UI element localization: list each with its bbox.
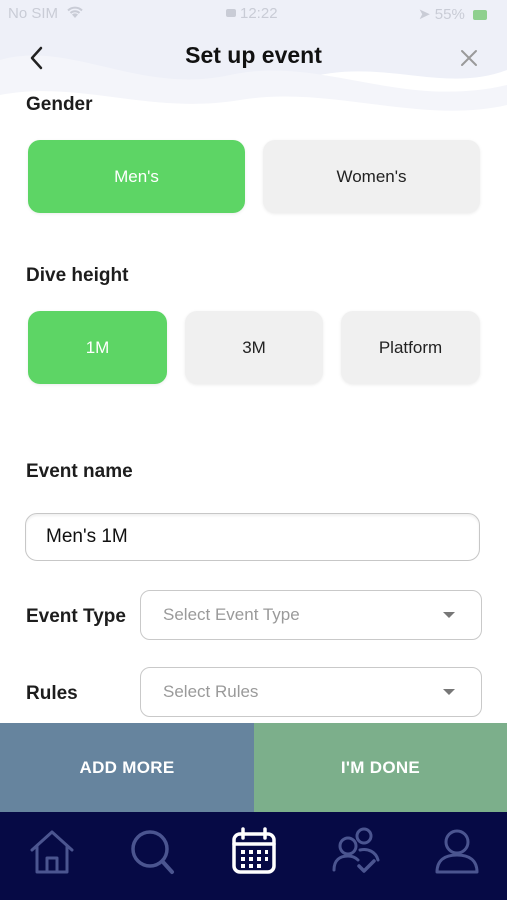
tab-teams[interactable] (326, 822, 386, 882)
rules-label: Rules (26, 683, 78, 704)
tab-home[interactable] (22, 822, 82, 882)
im-done-button[interactable]: I'M DONE (254, 723, 507, 812)
dive-height-option-platform[interactable]: Platform (341, 311, 480, 384)
gender-label: Gender (26, 94, 93, 115)
tab-search[interactable] (122, 822, 182, 882)
close-button[interactable] (457, 46, 481, 70)
dive-height-option-3m[interactable]: 3M (185, 311, 323, 384)
rules-select[interactable]: Select Rules (140, 667, 482, 717)
gender-option-mens[interactable]: Men's (28, 140, 245, 213)
clock-time: 12:22 (240, 5, 278, 22)
event-type-label: Event Type (26, 606, 126, 627)
profile-icon (435, 829, 479, 874)
status-bar: No SIM 12:22 ➤ 55% (0, 0, 507, 28)
carrier-label: No SIM (8, 5, 59, 22)
tab-calendar[interactable] (224, 822, 284, 882)
location-arrow-icon: ➤ (418, 6, 431, 23)
tab-profile[interactable] (427, 822, 487, 882)
top-nav: Set up event (0, 30, 507, 86)
event-type-placeholder: Select Event Type (163, 605, 300, 624)
dropdown-caret-icon (443, 689, 455, 695)
battery-icon (473, 10, 487, 20)
users-check-icon (332, 827, 380, 873)
wifi-icon (66, 5, 84, 23)
home-icon (30, 830, 74, 874)
bottom-tab-bar (0, 812, 507, 900)
event-name-input[interactable]: Men's 1M (25, 513, 480, 561)
calendar-icon (232, 827, 276, 874)
event-type-select[interactable]: Select Event Type (140, 590, 482, 640)
gender-option-womens[interactable]: Women's (263, 140, 480, 213)
dive-height-option-1m[interactable]: 1M (28, 311, 167, 384)
close-icon (461, 50, 477, 66)
add-more-button[interactable]: ADD MORE (0, 723, 254, 812)
dropdown-caret-icon (443, 612, 455, 618)
page-title: Set up event (185, 42, 322, 68)
dive-height-label: Dive height (26, 265, 129, 286)
event-name-label: Event name (26, 461, 133, 482)
rules-placeholder: Select Rules (163, 682, 259, 701)
search-icon (131, 830, 174, 874)
lock-icon (226, 9, 236, 17)
battery-percent: 55% (434, 6, 465, 23)
